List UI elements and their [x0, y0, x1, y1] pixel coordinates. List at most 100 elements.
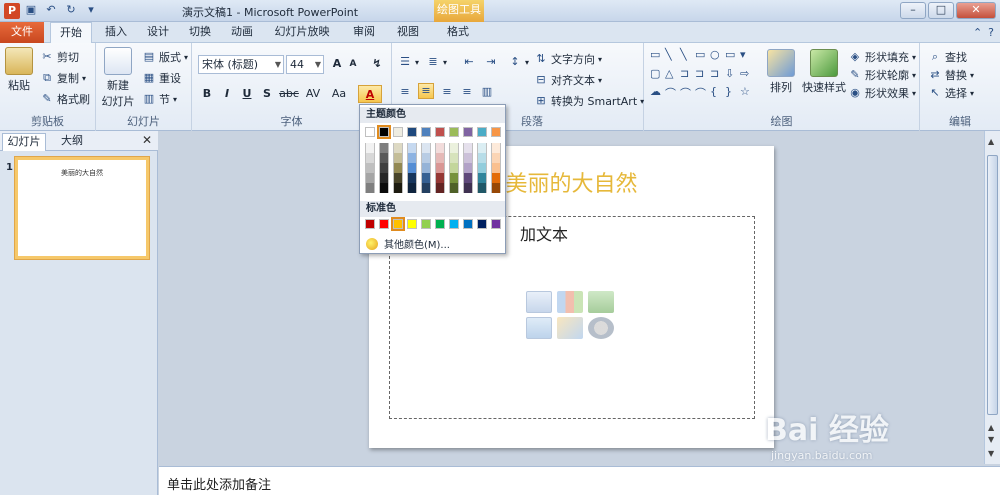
shade-color-swatch[interactable]: [449, 163, 459, 173]
shade-color-swatch[interactable]: [449, 143, 459, 153]
shade-color-swatch[interactable]: [491, 143, 501, 153]
tab-review[interactable]: 审阅: [346, 22, 382, 43]
tab-slides-pane[interactable]: 幻灯片: [2, 133, 46, 151]
shade-color-swatch[interactable]: [477, 163, 487, 173]
tab-file[interactable]: 文件: [0, 22, 44, 43]
section-button[interactable]: ▥ 节 ▾: [142, 91, 177, 107]
shade-color-swatch[interactable]: [365, 153, 375, 163]
font-color-button[interactable]: A: [358, 85, 382, 103]
cut-button[interactable]: ✂ 剪切: [40, 49, 79, 65]
slide-thumbnail[interactable]: 美丽的大自然: [15, 157, 149, 259]
theme-color-swatch[interactable]: [463, 127, 473, 137]
scroll-up-page-icon[interactable]: ▲: [988, 423, 994, 432]
shade-color-swatch[interactable]: [365, 183, 375, 193]
scroll-down-page-icon[interactable]: ▼: [988, 435, 994, 444]
shade-color-swatch[interactable]: [435, 183, 445, 193]
theme-color-swatch[interactable]: [407, 127, 417, 137]
clear-formatting-icon[interactable]: ↯: [368, 55, 386, 73]
theme-color-swatch[interactable]: [365, 127, 375, 137]
replace-button[interactable]: ⇄ 替换 ▾: [928, 67, 974, 83]
line-spacing-button[interactable]: ↕ ▾: [508, 55, 529, 69]
convert-smartart-button[interactable]: ⊞ 转换为 SmartArt ▾: [534, 93, 644, 109]
arrange-button[interactable]: 排列: [764, 49, 798, 95]
customize-qat-icon[interactable]: ▾: [84, 3, 98, 17]
shade-color-swatch[interactable]: [421, 163, 431, 173]
text-shadow-button[interactable]: S: [258, 85, 276, 103]
insert-clipart-icon[interactable]: [557, 317, 583, 339]
increase-indent-button[interactable]: ⇥: [484, 55, 498, 69]
tab-format[interactable]: 格式: [440, 22, 476, 43]
shade-color-swatch[interactable]: [491, 163, 501, 173]
italic-button[interactable]: I: [218, 85, 236, 103]
shade-color-swatch[interactable]: [379, 163, 389, 173]
tab-transitions[interactable]: 切换: [182, 22, 218, 43]
standard-color-swatch[interactable]: [407, 219, 417, 229]
shade-color-swatch[interactable]: [463, 163, 473, 173]
tab-design[interactable]: 设计: [140, 22, 176, 43]
align-left-button[interactable]: ≡: [398, 85, 412, 99]
shade-color-swatch[interactable]: [449, 153, 459, 163]
align-text-button[interactable]: ⊟ 对齐文本 ▾: [534, 72, 602, 88]
help-icon[interactable]: ?: [988, 26, 994, 39]
tab-outline-pane[interactable]: 大纲: [50, 133, 94, 151]
theme-color-swatch[interactable]: [449, 127, 459, 137]
shade-color-swatch[interactable]: [477, 173, 487, 183]
reset-button[interactable]: ▦ 重设: [142, 70, 181, 86]
theme-color-swatch[interactable]: [491, 127, 501, 137]
text-direction-button[interactable]: ⇅ 文字方向 ▾: [534, 51, 602, 67]
theme-color-swatch[interactable]: [421, 127, 431, 137]
shade-color-swatch[interactable]: [365, 163, 375, 173]
insert-smartart-icon[interactable]: [588, 291, 614, 313]
shade-color-swatch[interactable]: [435, 153, 445, 163]
underline-button[interactable]: U: [238, 85, 256, 103]
align-center-button[interactable]: ≡: [418, 83, 434, 99]
paste-button[interactable]: 粘贴: [4, 47, 34, 93]
quick-styles-button[interactable]: 快速样式: [802, 49, 846, 95]
standard-color-swatch[interactable]: [491, 219, 501, 229]
shade-color-swatch[interactable]: [421, 173, 431, 183]
decrease-indent-button[interactable]: ⇤: [462, 55, 476, 69]
shade-color-swatch[interactable]: [393, 173, 403, 183]
powerpoint-app-icon[interactable]: P: [4, 3, 20, 19]
shade-color-swatch[interactable]: [435, 163, 445, 173]
minimize-button[interactable]: –: [900, 2, 926, 19]
standard-color-swatch[interactable]: [463, 219, 473, 229]
shade-color-swatch[interactable]: [393, 183, 403, 193]
find-button[interactable]: ⌕ 查找: [928, 49, 967, 65]
shade-color-swatch[interactable]: [379, 183, 389, 193]
bold-button[interactable]: B: [198, 85, 216, 103]
close-pane-icon[interactable]: ✕: [142, 133, 152, 147]
scrollbar-thumb[interactable]: [987, 155, 998, 415]
standard-color-swatch[interactable]: [365, 219, 375, 229]
shade-color-swatch[interactable]: [365, 173, 375, 183]
insert-table-icon[interactable]: [526, 291, 552, 313]
standard-color-swatch[interactable]: [477, 219, 487, 229]
standard-color-swatch[interactable]: [449, 219, 459, 229]
shade-color-swatch[interactable]: [393, 163, 403, 173]
theme-color-swatch[interactable]: [377, 125, 391, 139]
shade-color-swatch[interactable]: [435, 173, 445, 183]
shade-color-swatch[interactable]: [407, 153, 417, 163]
change-case-button[interactable]: Aa: [328, 85, 350, 103]
scroll-down-icon[interactable]: ▼: [988, 449, 994, 458]
shade-color-swatch[interactable]: [365, 143, 375, 153]
shade-color-swatch[interactable]: [421, 143, 431, 153]
numbering-button[interactable]: ≣ ▾: [426, 55, 447, 69]
tab-view[interactable]: 视图: [390, 22, 426, 43]
shapes-gallery[interactable]: ▭ ╲ ╲ ▭ ○ ▭ ▾ ▢ △ ⊐ ⊐ ⊐ ⇩ ⇨ ☁ ⌒ ⌒ ⌒{} ☆: [650, 48, 756, 104]
shade-color-swatch[interactable]: [491, 173, 501, 183]
shade-color-swatch[interactable]: [463, 173, 473, 183]
undo-icon[interactable]: ↶: [44, 3, 58, 17]
shade-color-swatch[interactable]: [407, 143, 417, 153]
select-button[interactable]: ↖ 选择 ▾: [928, 85, 974, 101]
maximize-button[interactable]: □: [928, 2, 954, 19]
shape-fill-button[interactable]: ◈ 形状填充 ▾: [848, 49, 916, 65]
shape-outline-button[interactable]: ✎ 形状轮廓 ▾: [848, 67, 916, 83]
save-icon[interactable]: ▣: [24, 3, 38, 17]
shade-color-swatch[interactable]: [407, 173, 417, 183]
font-name-combo[interactable]: 宋体 (标题) ▼: [198, 55, 284, 74]
shade-color-swatch[interactable]: [477, 153, 487, 163]
shade-color-swatch[interactable]: [379, 143, 389, 153]
shade-color-swatch[interactable]: [379, 173, 389, 183]
shade-color-swatch[interactable]: [463, 143, 473, 153]
